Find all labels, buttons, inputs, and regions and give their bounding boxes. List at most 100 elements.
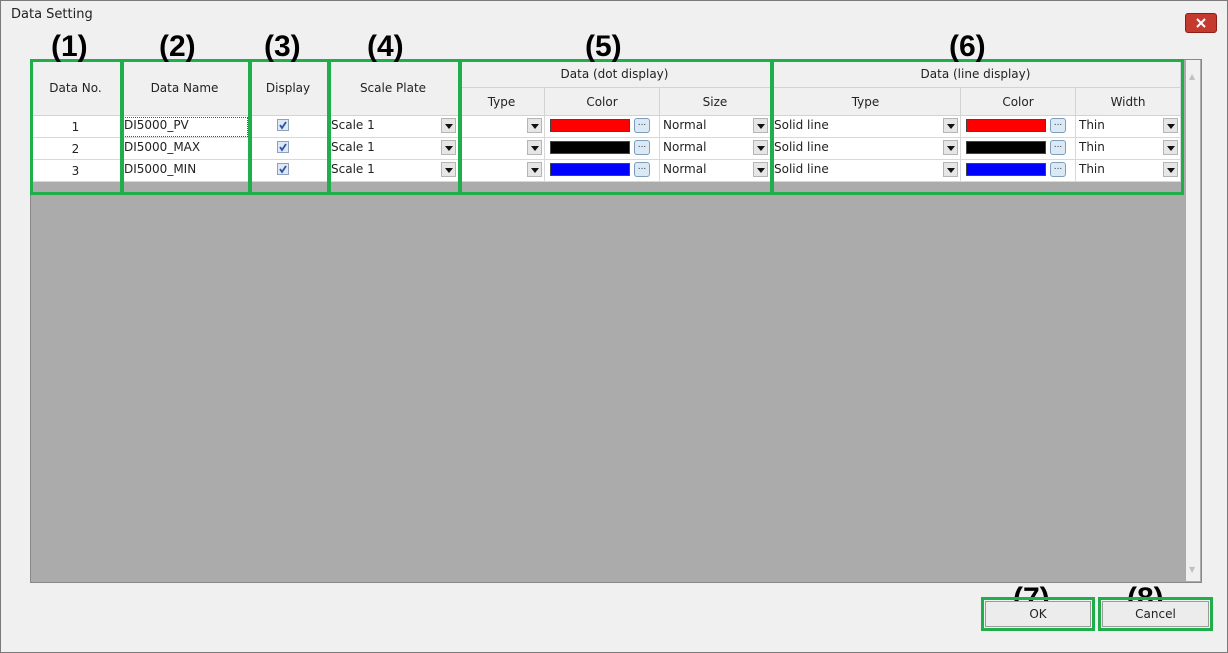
header-line-color: Color bbox=[961, 88, 1076, 116]
row-3-dot-size-select[interactable]: Normal bbox=[660, 160, 771, 182]
row-3-line-width-value: Thin bbox=[1079, 162, 1105, 176]
header-display: Display bbox=[249, 60, 328, 116]
chevron-down-icon[interactable] bbox=[753, 162, 768, 177]
row-1-line-type-select[interactable]: Solid line bbox=[771, 116, 961, 138]
row-1-line-color-cell: ... bbox=[961, 116, 1076, 138]
row-2-line-color-swatch[interactable] bbox=[966, 141, 1046, 154]
chevron-down-icon[interactable] bbox=[527, 140, 542, 155]
header-data-name: Data Name bbox=[121, 60, 249, 116]
header-line-display-group: Data (line display) bbox=[771, 60, 1181, 88]
row-3-line-color-cell: ... bbox=[961, 160, 1076, 182]
row-3-dot-color-swatch[interactable] bbox=[550, 163, 630, 176]
header-scale-plate: Scale Plate bbox=[328, 60, 459, 116]
row-2-scale-select[interactable]: Scale 1 bbox=[328, 138, 459, 160]
row-1-data-name-field[interactable]: DI5000_PV bbox=[121, 116, 249, 138]
row-3-dot-color-button[interactable]: ... bbox=[634, 162, 650, 177]
data-setting-dialog: Data Setting ▲ ▼ Data No. Data Name Disp… bbox=[0, 0, 1228, 653]
row-2-dot-color-cell: ... bbox=[545, 138, 660, 160]
chevron-down-icon[interactable] bbox=[441, 118, 456, 133]
row-2-dot-color-swatch[interactable] bbox=[550, 141, 630, 154]
row-3-line-color-swatch[interactable] bbox=[966, 163, 1046, 176]
scroll-down-icon[interactable]: ▼ bbox=[1189, 565, 1195, 574]
row-1-dot-color-swatch[interactable] bbox=[550, 119, 630, 132]
chevron-down-icon[interactable] bbox=[943, 140, 958, 155]
row-3-dot-size-value: Normal bbox=[663, 162, 707, 176]
marker-3: (3) bbox=[264, 30, 301, 63]
chevron-down-icon[interactable] bbox=[527, 118, 542, 133]
marker-1: (1) bbox=[51, 30, 88, 63]
close-button[interactable] bbox=[1185, 13, 1217, 33]
row-3-display-cell bbox=[249, 160, 328, 182]
row-2-line-type-select[interactable]: Solid line bbox=[771, 138, 961, 160]
row-3-line-type-select[interactable]: Solid line bbox=[771, 160, 961, 182]
row-2-display-checkbox[interactable] bbox=[277, 141, 289, 153]
row-1-dot-size-value: Normal bbox=[663, 118, 707, 132]
marker-6: (6) bbox=[949, 30, 986, 63]
chevron-down-icon[interactable] bbox=[943, 162, 958, 177]
row-3-dot-type-select[interactable] bbox=[459, 160, 545, 182]
row-2-dot-type-select[interactable] bbox=[459, 138, 545, 160]
header-dot-display-group: Data (dot display) bbox=[459, 60, 771, 88]
row-2-data-no: 2 bbox=[31, 138, 121, 160]
row-2-dot-size-value: Normal bbox=[663, 140, 707, 154]
row-1-line-width-value: Thin bbox=[1079, 118, 1105, 132]
checkmark-icon bbox=[279, 165, 287, 174]
row-3-data-no: 3 bbox=[31, 160, 121, 182]
row-2-line-color-cell: ... bbox=[961, 138, 1076, 160]
close-icon bbox=[1196, 18, 1206, 28]
row-1-line-color-swatch[interactable] bbox=[966, 119, 1046, 132]
header-line-type: Type bbox=[771, 88, 961, 116]
header-dot-size: Size bbox=[660, 88, 771, 116]
row-1-dot-color-button[interactable]: ... bbox=[634, 118, 650, 133]
chevron-down-icon[interactable] bbox=[527, 162, 542, 177]
chevron-down-icon[interactable] bbox=[753, 118, 768, 133]
row-1-dot-color-cell: ... bbox=[545, 116, 660, 138]
marker-2: (2) bbox=[159, 30, 196, 63]
row-1-scale-select[interactable]: Scale 1 bbox=[328, 116, 459, 138]
row-2-data-name-field[interactable]: DI5000_MAX bbox=[121, 138, 249, 160]
row-3-data-name-field[interactable]: DI5000_MIN bbox=[121, 160, 249, 182]
row-3-display-checkbox[interactable] bbox=[277, 163, 289, 175]
window-title: Data Setting bbox=[11, 7, 93, 22]
title-bar: Data Setting bbox=[1, 1, 1227, 33]
row-3-line-width-select[interactable]: Thin bbox=[1076, 160, 1181, 182]
marker-5: (5) bbox=[585, 30, 622, 63]
row-1-dot-size-select[interactable]: Normal bbox=[660, 116, 771, 138]
row-3-scale-select[interactable]: Scale 1 bbox=[328, 160, 459, 182]
row-1-data-name-value: DI5000_PV bbox=[124, 118, 189, 132]
row-1-dot-type-select[interactable] bbox=[459, 116, 545, 138]
chevron-down-icon[interactable] bbox=[753, 140, 768, 155]
row-2-dot-color-button[interactable]: ... bbox=[634, 140, 650, 155]
vertical-scrollbar[interactable]: ▲ ▼ bbox=[1186, 60, 1200, 581]
row-1-line-type-value: Solid line bbox=[774, 118, 829, 132]
row-2-line-type-value: Solid line bbox=[774, 140, 829, 154]
header-data-no: Data No. bbox=[31, 60, 121, 116]
header-dot-type: Type bbox=[459, 88, 545, 116]
row-2-line-width-value: Thin bbox=[1079, 140, 1105, 154]
row-3-data-name-value: DI5000_MIN bbox=[124, 162, 197, 176]
row-2-line-color-button[interactable]: ... bbox=[1050, 140, 1066, 155]
row-1-line-color-button[interactable]: ... bbox=[1050, 118, 1066, 133]
row-3-scale-value: Scale 1 bbox=[331, 162, 375, 176]
checkmark-icon bbox=[279, 121, 287, 130]
chevron-down-icon[interactable] bbox=[441, 140, 456, 155]
header-line-width: Width bbox=[1076, 88, 1181, 116]
row-1-data-no: 1 bbox=[31, 116, 121, 138]
chevron-down-icon[interactable] bbox=[1163, 140, 1178, 155]
row-3-line-color-button[interactable]: ... bbox=[1050, 162, 1066, 177]
marker-4: (4) bbox=[367, 30, 404, 63]
scroll-up-icon[interactable]: ▲ bbox=[1189, 72, 1195, 81]
chevron-down-icon[interactable] bbox=[441, 162, 456, 177]
row-1-display-checkbox[interactable] bbox=[277, 119, 289, 131]
row-3-dot-color-cell: ... bbox=[545, 160, 660, 182]
cancel-button[interactable]: Cancel bbox=[1102, 601, 1209, 627]
row-1-line-width-select[interactable]: Thin bbox=[1076, 116, 1181, 138]
row-2-dot-size-select[interactable]: Normal bbox=[660, 138, 771, 160]
ok-button[interactable]: OK bbox=[985, 601, 1091, 627]
header-dot-color: Color bbox=[545, 88, 660, 116]
chevron-down-icon[interactable] bbox=[1163, 162, 1178, 177]
chevron-down-icon[interactable] bbox=[1163, 118, 1178, 133]
chevron-down-icon[interactable] bbox=[943, 118, 958, 133]
row-3-line-type-value: Solid line bbox=[774, 162, 829, 176]
row-2-line-width-select[interactable]: Thin bbox=[1076, 138, 1181, 160]
